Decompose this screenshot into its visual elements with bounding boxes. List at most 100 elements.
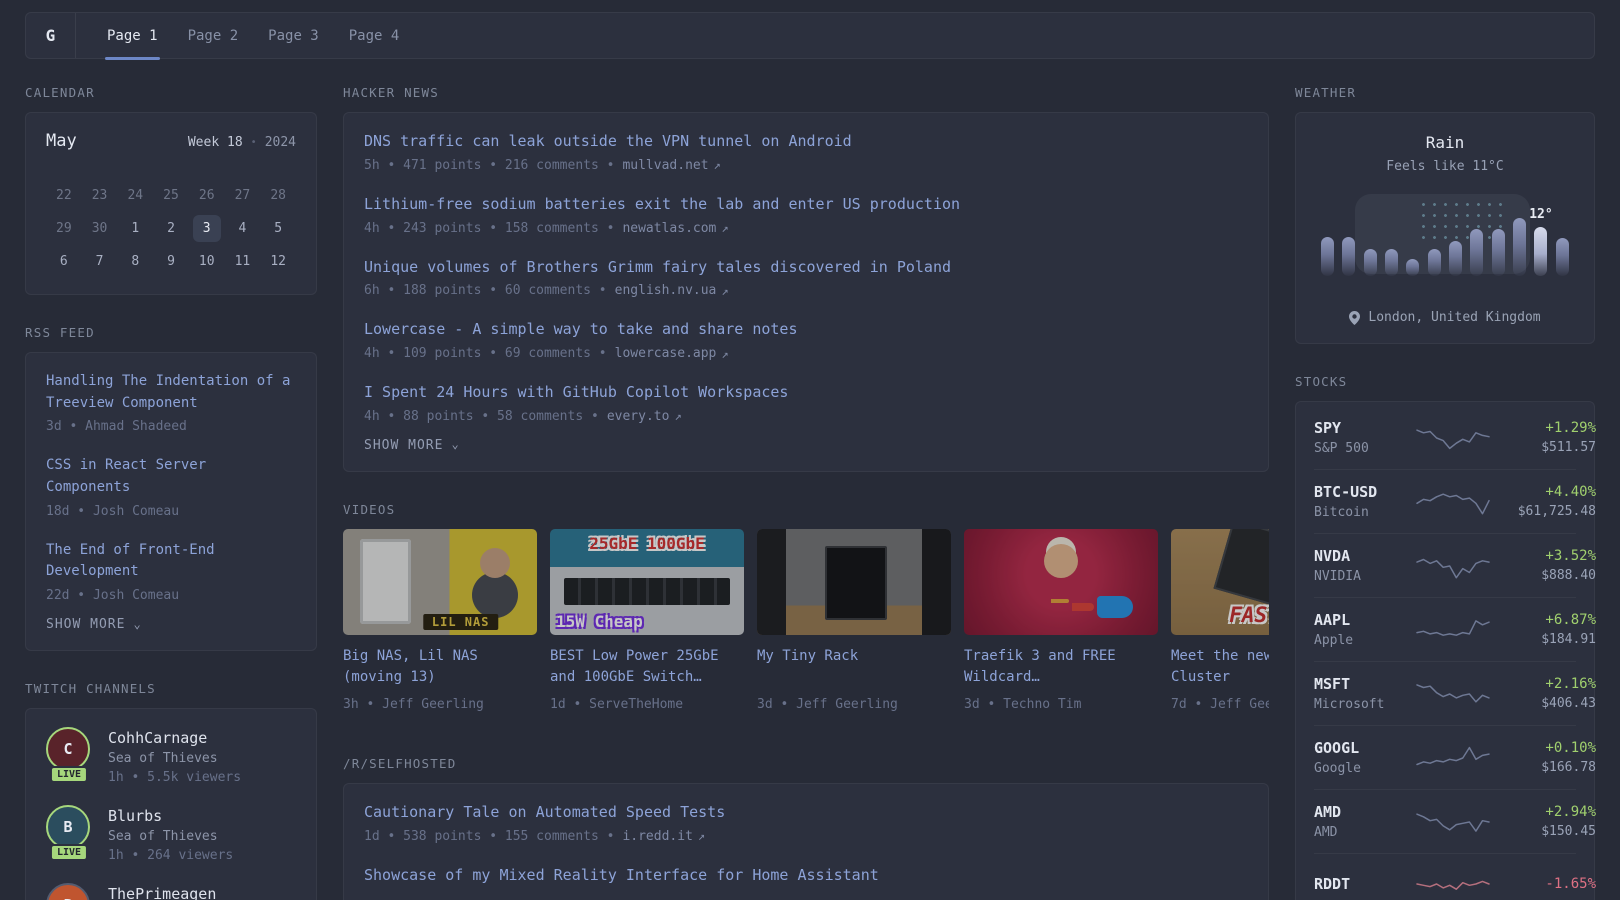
video-card[interactable]: Traefik 3 and FREE Wildcard… 3d • Techno…: [964, 528, 1158, 712]
videos-section: VIDEOS LIL NAS Big NAS, Lil NAS (moving …: [343, 502, 1269, 712]
calendar-day: 1: [117, 213, 153, 243]
hn-item: Unique volumes of Brothers Grimm fairy t…: [364, 257, 1248, 299]
calendar-day: 6: [46, 246, 82, 276]
temperature-label: 12°: [1529, 206, 1553, 222]
video-card[interactable]: FAST Meet the new Linux Cluster 7d • Jef…: [1171, 528, 1269, 712]
temperature-bar: [1449, 241, 1463, 276]
stock-symbol[interactable]: NVDA: [1314, 547, 1406, 565]
stock-row[interactable]: BTC-USD Bitcoin +4.40% $61,725.48: [1314, 469, 1596, 533]
stock-row[interactable]: AMD AMD +2.94% $150.45: [1314, 789, 1596, 853]
stock-symbol[interactable]: RDDT: [1314, 875, 1406, 893]
rss-item-title[interactable]: CSS in React Server Components: [46, 455, 296, 498]
selfhosted-section: /R/SELFHOSTED Cautionary Tale on Automat…: [343, 756, 1269, 900]
thumbnail-art: [964, 528, 1158, 635]
calendar-year: 2024: [264, 135, 296, 150]
rss-widget: Handling The Indentation of a Treeview C…: [25, 352, 317, 652]
calendar-week-year: Week 18 • 2024: [188, 135, 296, 150]
hn-item-title[interactable]: Unique volumes of Brothers Grimm fairy t…: [364, 257, 1248, 279]
reddit-item-title[interactable]: Showcase of my Mixed Reality Interface f…: [364, 865, 1248, 887]
hn-item-domain[interactable]: lowercase.app ↗: [615, 346, 729, 361]
page-tab-label: Page 1: [107, 27, 158, 44]
logo[interactable]: G: [26, 13, 76, 58]
stock-symbol[interactable]: SPY: [1314, 419, 1406, 437]
hn-item-title[interactable]: Lowercase - A simple way to take and sha…: [364, 319, 1248, 341]
stock-row[interactable]: NVDA NVIDIA +3.52% $888.40: [1314, 533, 1596, 597]
stock-change: +2.94%: [1545, 804, 1596, 820]
reddit-item-title[interactable]: Cautionary Tale on Automated Speed Tests: [364, 802, 1248, 824]
video-thumbnail[interactable]: LIL NAS: [343, 528, 537, 635]
stock-price: $166.78: [1541, 760, 1596, 775]
twitch-channel-row[interactable]: C LIVE CohhCarnage Sea of Thieves 1h • 5…: [46, 727, 296, 785]
stock-row[interactable]: AAPL Apple +6.87% $184.91: [1314, 597, 1596, 661]
video-title[interactable]: My Tiny Rack: [757, 646, 951, 688]
rss-item-title[interactable]: The End of Front-End Development: [46, 540, 296, 583]
reddit-item-domain[interactable]: i.redd.it ↗: [622, 829, 705, 844]
stock-row[interactable]: RDDT -1.65%: [1314, 853, 1596, 900]
chevron-down-icon: ⌄: [133, 616, 142, 631]
rss-item-stats: 3d • Ahmad Shadeed: [46, 419, 187, 435]
video-thumbnail[interactable]: [757, 528, 951, 635]
live-badge: LIVE: [49, 766, 89, 784]
rss-item-title[interactable]: Handling The Indentation of a Treeview C…: [46, 371, 296, 414]
page-tab[interactable]: Page 3: [253, 13, 334, 58]
video-thumbnail[interactable]: [964, 528, 1158, 635]
video-card[interactable]: My Tiny Rack 3d • Jeff Geerling: [757, 528, 951, 712]
stock-change: +3.52%: [1545, 548, 1596, 564]
video-thumbnail[interactable]: FAST: [1171, 528, 1269, 635]
stock-price: $888.40: [1541, 568, 1596, 583]
video-thumbnail[interactable]: 25GbE 100GbE 15W Cheap: [550, 528, 744, 635]
hn-item-stats: 5h • 471 points • 216 comments •: [364, 157, 615, 173]
page-tab[interactable]: Page 1: [92, 13, 173, 60]
page-tab[interactable]: Page 4: [334, 13, 415, 58]
twitch-section-label: TWITCH CHANNELS: [25, 681, 156, 697]
video-title[interactable]: BEST Low Power 25GbE and 100GbE Switch…: [550, 646, 744, 688]
stock-symbol[interactable]: BTC-USD: [1314, 483, 1406, 501]
calendar-day: 23: [82, 180, 118, 210]
calendar-day-number: 6: [59, 253, 68, 269]
video-meta: 1d • ServeTheHome: [550, 696, 684, 712]
stock-row[interactable]: SPY S&P 500 +1.29% $511.57: [1314, 406, 1596, 469]
stock-name: Apple: [1314, 633, 1354, 648]
show-more-button[interactable]: SHOW MORE ⌄: [46, 617, 142, 632]
stock-symbol[interactable]: AAPL: [1314, 611, 1406, 629]
weather-widget: Rain Feels like 11°C 12° London, United …: [1295, 112, 1595, 344]
stock-row[interactable]: GOOGL Google +0.10% $166.78: [1314, 725, 1596, 789]
calendar-weekday: [117, 165, 153, 177]
show-more-label: SHOW MORE: [364, 437, 444, 453]
rss-item-stats: 18d • Josh Comeau: [46, 503, 180, 519]
stock-symbol[interactable]: GOOGL: [1314, 739, 1406, 757]
hn-item-domain[interactable]: english.nv.ua ↗: [615, 283, 729, 298]
separator-dot: •: [250, 137, 257, 148]
hn-item-domain[interactable]: newatlas.com ↗: [622, 221, 728, 236]
calendar-day-number: 3: [192, 214, 221, 242]
twitch-channel-row[interactable]: P ThePrimeagen: [46, 883, 296, 900]
hn-item-title[interactable]: I Spent 24 Hours with GitHub Copilot Wor…: [364, 382, 1248, 404]
show-more-button[interactable]: SHOW MORE ⌄: [364, 438, 460, 453]
stock-sparkline: [1416, 746, 1490, 765]
avatar-initial: P: [63, 896, 72, 900]
selfhosted-section-label: /R/SELFHOSTED: [343, 755, 457, 771]
video-title[interactable]: Big NAS, Lil NAS (moving 13): [343, 646, 537, 688]
video-card[interactable]: 25GbE 100GbE 15W Cheap BEST Low Power 25…: [550, 528, 744, 712]
hn-item-domain[interactable]: every.to ↗: [607, 409, 682, 424]
calendar-day-number: 5: [274, 220, 283, 236]
video-card[interactable]: LIL NAS Big NAS, Lil NAS (moving 13) 3h …: [343, 528, 537, 712]
video-title[interactable]: Traefik 3 and FREE Wildcard…: [964, 646, 1158, 688]
calendar-day-number: 23: [91, 187, 108, 203]
stock-symbol[interactable]: MSFT: [1314, 675, 1406, 693]
channel-info: ThePrimeagen: [108, 883, 216, 900]
external-link-icon: ↗: [721, 221, 729, 235]
hn-item-domain[interactable]: mullvad.net ↗: [622, 158, 720, 173]
twitch-channel-row[interactable]: B LIVE Blurbs Sea of Thieves 1h • 264 vi…: [46, 805, 296, 863]
stock-row[interactable]: MSFT Microsoft +2.16% $406.43: [1314, 661, 1596, 725]
hn-item-title[interactable]: Lithium-free sodium batteries exit the l…: [364, 194, 1248, 216]
stock-sparkline: [1416, 492, 1490, 514]
page-tab[interactable]: Page 2: [173, 13, 254, 58]
stock-name: Bitcoin: [1314, 505, 1369, 520]
hn-item-stats: 4h • 88 points • 58 comments •: [364, 408, 599, 424]
hn-item-title[interactable]: DNS traffic can leak outside the VPN tun…: [364, 131, 1248, 153]
video-title[interactable]: Meet the new Linux Cluster: [1171, 646, 1269, 688]
stock-symbol[interactable]: AMD: [1314, 803, 1406, 821]
temperature-bar: [1513, 218, 1527, 276]
calendar-day: 2: [153, 213, 189, 243]
